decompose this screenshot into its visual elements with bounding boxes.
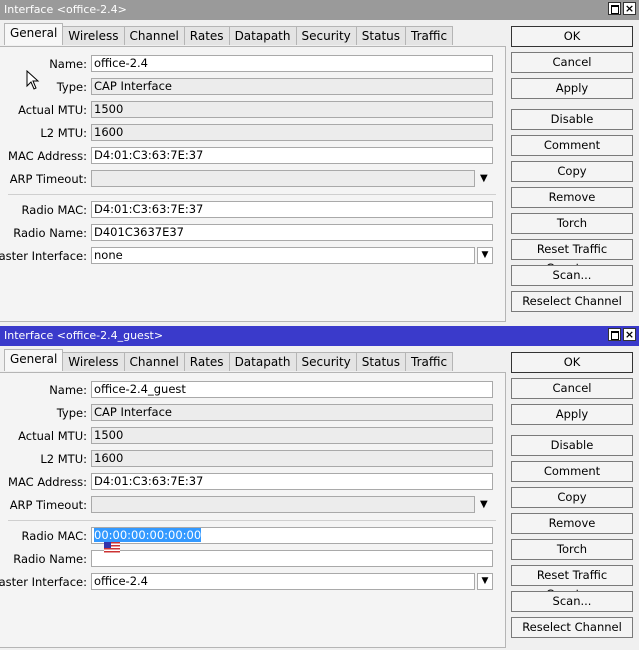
actual-mtu-field: 1500	[91, 101, 493, 118]
name-input[interactable]: office-2.4	[91, 55, 493, 72]
master-interface-label: Master Interface:	[0, 575, 87, 589]
remove-button[interactable]: Remove	[511, 513, 633, 534]
us-flag-icon	[104, 542, 120, 553]
radio-name-label: Radio Name:	[13, 226, 87, 240]
name-label: Name:	[49, 383, 87, 397]
comment-button[interactable]: Comment	[511, 461, 633, 482]
master-interface-select[interactable]: office-2.4	[91, 573, 475, 590]
close-icon[interactable]: ×	[623, 328, 636, 341]
reselect-channel-button[interactable]: Reselect Channel	[511, 617, 633, 638]
dropdown-arrow-icon[interactable]: ▼	[477, 247, 493, 264]
scan-button[interactable]: Scan...	[511, 265, 633, 286]
radio-name-input[interactable]	[91, 550, 493, 567]
torch-button[interactable]: Torch	[511, 539, 633, 560]
radio-mac-label: Radio MAC:	[21, 203, 87, 217]
copy-button[interactable]: Copy	[511, 161, 633, 182]
tab-wireless[interactable]: Wireless	[62, 352, 125, 371]
dropdown-arrow-icon[interactable]: ▼	[480, 499, 488, 510]
dropdown-arrow-icon[interactable]: ▼	[480, 173, 488, 184]
master-interface-select[interactable]: none	[91, 247, 475, 264]
cancel-button[interactable]: Cancel	[511, 52, 633, 73]
radio-name-label: Radio Name:	[13, 552, 87, 566]
cancel-button[interactable]: Cancel	[511, 378, 633, 399]
tab-datapath[interactable]: Datapath	[228, 352, 297, 371]
window-titlebar[interactable]: Interface <office-2.4_guest> ×	[0, 326, 639, 346]
name-label: Name:	[49, 57, 87, 71]
tab-channel[interactable]: Channel	[123, 352, 185, 371]
ok-button[interactable]: OK	[511, 352, 633, 373]
radio-mac-input[interactable]: 00:00:00:00:00:00	[91, 527, 493, 544]
general-panel: Name: office-2.4 Type: CAP Interface Actua…	[0, 46, 506, 322]
separator	[8, 520, 496, 521]
arp-timeout-label: ARP Timeout:	[9, 498, 87, 512]
actual-mtu-field: 1500	[91, 427, 493, 444]
mac-address-label: MAC Address:	[8, 149, 87, 163]
interface-window-office-2.4: Interface <office-2.4> × General Wireles…	[0, 0, 639, 322]
radio-mac-label: Radio MAC:	[21, 529, 87, 543]
tab-traffic[interactable]: Traffic	[405, 352, 454, 371]
general-panel: Name: office-2.4_guest Type: CAP Interface…	[0, 372, 506, 648]
mac-address-label: MAC Address:	[8, 475, 87, 489]
mac-address-input[interactable]: D4:01:C3:63:7E:37	[91, 147, 493, 164]
tab-datapath[interactable]: Datapath	[228, 26, 297, 45]
close-icon[interactable]: ×	[623, 2, 636, 15]
apply-button[interactable]: Apply	[511, 78, 633, 99]
mac-address-input[interactable]: D4:01:C3:63:7E:37	[91, 473, 493, 490]
tab-general[interactable]: General	[4, 23, 64, 45]
dropdown-arrow-icon[interactable]: ▼	[477, 573, 493, 590]
l2-mtu-field: 1600	[91, 450, 493, 467]
l2-mtu-label: L2 MTU:	[40, 452, 87, 466]
l2-mtu-label: L2 MTU:	[40, 126, 87, 140]
reselect-channel-button[interactable]: Reselect Channel	[511, 291, 633, 312]
tab-traffic[interactable]: Traffic	[405, 26, 454, 45]
ok-button[interactable]: OK	[511, 26, 633, 47]
tab-security[interactable]: Security	[295, 352, 357, 371]
type-field: CAP Interface	[91, 78, 493, 95]
reset-traffic-counters-button[interactable]: Reset Traffic Counters	[511, 565, 633, 601]
arp-timeout-field[interactable]	[91, 170, 475, 187]
l2-mtu-field: 1600	[91, 124, 493, 141]
remove-button[interactable]: Remove	[511, 187, 633, 208]
type-field: CAP Interface	[91, 404, 493, 421]
disable-button[interactable]: Disable	[511, 109, 633, 130]
tab-status[interactable]: Status	[355, 26, 407, 45]
tab-general[interactable]: General	[4, 349, 64, 371]
radio-name-input[interactable]: D401C3637E37	[91, 224, 493, 241]
tab-bar: General Wireless Channel Rates Datapath …	[4, 23, 454, 46]
mouse-cursor-icon	[26, 70, 40, 90]
window-title: Interface <office-2.4>	[4, 3, 127, 16]
tab-status[interactable]: Status	[355, 352, 407, 371]
window-titlebar[interactable]: Interface <office-2.4> ×	[0, 0, 639, 20]
arp-timeout-label: ARP Timeout:	[9, 172, 87, 186]
maximize-icon[interactable]	[608, 2, 621, 15]
actual-mtu-label: Actual MTU:	[18, 103, 87, 117]
radio-mac-input[interactable]: D4:01:C3:63:7E:37	[91, 201, 493, 218]
reset-traffic-counters-button[interactable]: Reset Traffic Counters	[511, 239, 633, 275]
type-label: Type:	[56, 80, 87, 94]
type-label: Type:	[56, 406, 87, 420]
comment-button[interactable]: Comment	[511, 135, 633, 156]
tab-bar: General Wireless Channel Rates Datapath …	[4, 349, 454, 372]
disable-button[interactable]: Disable	[511, 435, 633, 456]
window-title: Interface <office-2.4_guest>	[4, 329, 164, 342]
arp-timeout-field[interactable]	[91, 496, 475, 513]
apply-button[interactable]: Apply	[511, 404, 633, 425]
interface-window-office-2.4-guest: Interface <office-2.4_guest> × General W…	[0, 326, 639, 650]
separator	[8, 194, 496, 195]
name-input[interactable]: office-2.4_guest	[91, 381, 493, 398]
maximize-icon[interactable]	[608, 328, 621, 341]
torch-button[interactable]: Torch	[511, 213, 633, 234]
tab-rates[interactable]: Rates	[183, 352, 230, 371]
tab-rates[interactable]: Rates	[183, 26, 230, 45]
scan-button[interactable]: Scan...	[511, 591, 633, 612]
actual-mtu-label: Actual MTU:	[18, 429, 87, 443]
tab-wireless[interactable]: Wireless	[62, 26, 125, 45]
tab-security[interactable]: Security	[295, 26, 357, 45]
tab-channel[interactable]: Channel	[123, 26, 185, 45]
copy-button[interactable]: Copy	[511, 487, 633, 508]
radio-mac-selected-text: 00:00:00:00:00:00	[94, 528, 202, 542]
master-interface-label: Master Interface:	[0, 249, 87, 263]
